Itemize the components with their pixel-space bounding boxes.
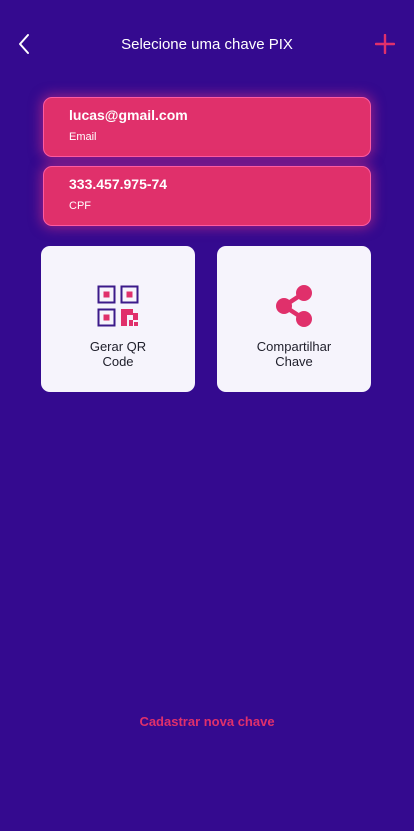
pix-key-type: CPF xyxy=(69,200,91,212)
app-header: Selecione uma chave PIX xyxy=(0,0,414,90)
plus-icon xyxy=(375,34,395,54)
pix-key-card-email[interactable]: lucas@gmail.com Email xyxy=(43,97,371,157)
register-new-key-link[interactable]: Cadastrar nova chave xyxy=(0,714,414,729)
page-title: Selecione uma chave PIX xyxy=(121,36,293,53)
generate-qr-code-button[interactable]: Gerar QR Code xyxy=(41,246,195,392)
tile-label: Gerar QR Code xyxy=(89,339,147,369)
share-key-button[interactable]: Compartilhar Chave xyxy=(217,246,371,392)
pix-key-value: 333.457.975-74 xyxy=(69,176,168,192)
pix-key-value: lucas@gmail.com xyxy=(69,107,188,123)
add-key-button[interactable] xyxy=(374,33,396,55)
pix-key-card-cpf[interactable]: 333.457.975-74 CPF xyxy=(43,166,371,226)
tile-label: Compartilhar Chave xyxy=(256,339,332,369)
qr-code-icon xyxy=(97,285,139,327)
share-icon xyxy=(276,285,312,327)
pix-key-type: Email xyxy=(69,131,97,143)
